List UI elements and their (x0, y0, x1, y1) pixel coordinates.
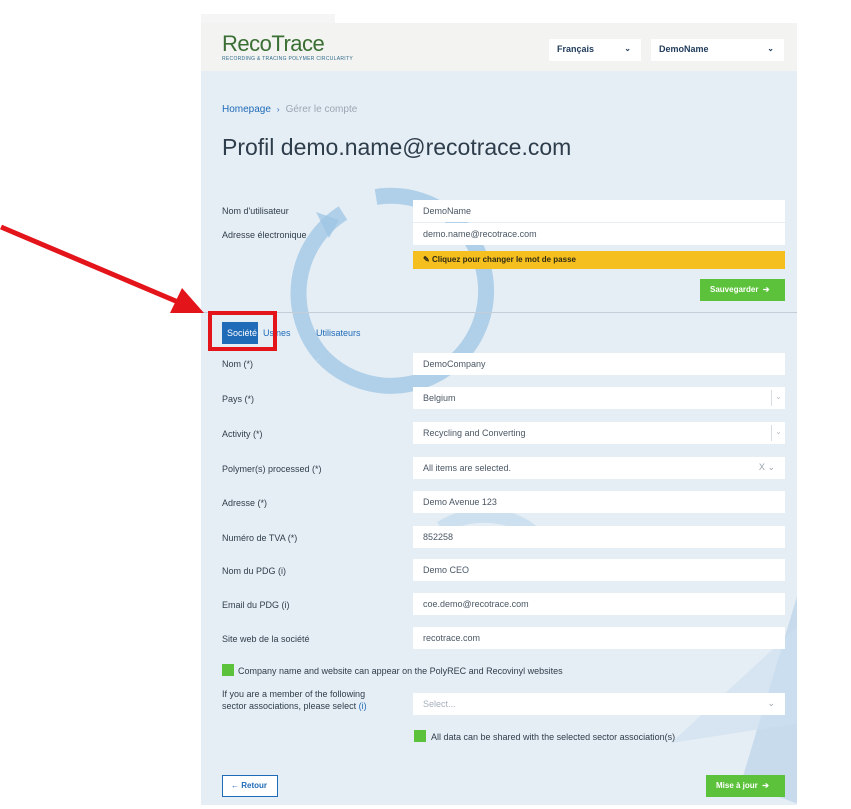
activity-value: Recycling and Converting (423, 428, 526, 438)
share-data-checkbox-label: All data can be shared with the selected… (431, 732, 676, 742)
change-password-label: Cliquez pour changer le mot de passe (431, 255, 576, 264)
breadcrumb: Homepage › Gérer le compte (222, 104, 357, 115)
arrow-left-icon: ← (231, 781, 242, 790)
logo-text: RecoTrace (222, 31, 325, 56)
pencil-icon: ✎ (423, 255, 432, 264)
ceo-email-input[interactable]: coe.demo@recotrace.com (413, 593, 785, 615)
chevron-right-icon: › (276, 105, 280, 114)
language-select[interactable]: Français ⌄ (549, 39, 641, 61)
email-label: Adresse électronique (222, 230, 307, 240)
user-menu-select[interactable]: DemoName ⌄ (651, 39, 784, 61)
country-value: Belgium (423, 393, 456, 403)
associations-select[interactable]: Select... ⌄ (413, 693, 785, 715)
address-input[interactable]: Demo Avenue 123 (413, 491, 785, 513)
ceo-name-input[interactable]: Demo CEO (413, 559, 785, 581)
user-name: DemoName (659, 44, 709, 54)
chevron-down-icon: ⌄ (624, 44, 631, 53)
publish-checkbox-label: Company name and website can appear on t… (238, 666, 563, 676)
company-name-label: Nom (*) (222, 359, 253, 369)
activity-label: Activity (*) (222, 429, 263, 439)
associations-label-text: sector associations, please select (222, 701, 357, 711)
app-window: RecoTrace RECORDING & TRACING POLYMER CI… (201, 23, 797, 805)
share-data-checkbox[interactable] (414, 730, 426, 742)
polymers-multiselect[interactable]: All items are selected. X ⌄ (413, 457, 785, 479)
chevron-down-icon: ⌄ (767, 698, 775, 708)
update-label: Mise à jour (716, 781, 758, 790)
page-title: Profil demo.name@recotrace.com (222, 134, 572, 160)
save-label: Sauvegarder (710, 285, 759, 294)
section-divider (201, 312, 797, 313)
arrow-right-icon: ➔ (757, 781, 769, 790)
website-label: Site web de la société (222, 634, 310, 644)
language-value: Français (557, 44, 595, 54)
breadcrumb-current: Gérer le compte (285, 104, 358, 115)
vat-input[interactable]: 852258 (413, 526, 785, 548)
save-button[interactable]: Sauvegarder ➔ (700, 279, 785, 301)
username-label: Nom d'utilisateur (222, 206, 289, 216)
update-button[interactable]: Mise à jour ➔ (706, 775, 785, 797)
ceo-name-label: Nom du PDG (i) (222, 566, 287, 576)
annotation-highlight-box (208, 311, 277, 351)
chevron-down-icon: ⌄ (771, 390, 785, 406)
company-name-input[interactable]: DemoCompany (413, 353, 785, 375)
polymers-controls: X ⌄ (759, 462, 775, 473)
vat-label: Numéro de TVA (*) (222, 533, 298, 543)
associations-placeholder: Select... (423, 699, 456, 709)
logo-tagline: RECORDING & TRACING POLYMER CIRCULARITY (222, 56, 353, 62)
clear-icon[interactable]: X (759, 462, 765, 472)
breadcrumb-home-link[interactable]: Homepage (222, 104, 271, 115)
chevron-down-icon[interactable]: ⌄ (767, 462, 775, 472)
polymers-label: Polymer(s) processed (*) (222, 464, 322, 474)
top-header: RecoTrace RECORDING & TRACING POLYMER CI… (201, 23, 797, 71)
polymers-value: All items are selected. (423, 463, 512, 473)
chevron-down-icon: ⌄ (771, 425, 785, 441)
associations-label-line2: sector associations, please select (i) (222, 701, 367, 711)
country-label: Pays (*) (222, 394, 255, 404)
ceo-email-label: Email du PDG (i) (222, 600, 290, 610)
back-label: Retour (241, 781, 268, 790)
associations-label-line1: If you are a member of the following (222, 689, 366, 699)
email-input[interactable]: demo.name@recotrace.com (413, 223, 785, 245)
tab-utilisateurs[interactable]: Utilisateurs (312, 322, 365, 344)
username-input[interactable]: DemoName (413, 200, 785, 222)
arrow-right-icon: ➔ (758, 285, 770, 294)
publish-checkbox[interactable] (222, 664, 234, 676)
info-icon[interactable]: (i) (359, 701, 367, 711)
activity-select[interactable]: Recycling and Converting ⌄ (413, 422, 785, 444)
website-input[interactable]: recotrace.com (413, 627, 785, 649)
change-password-button[interactable]: ✎ Cliquez pour changer le mot de passe (413, 251, 785, 269)
back-button[interactable]: ← Retour (222, 775, 278, 797)
recotrace-logo[interactable]: RecoTrace RECORDING & TRACING POLYMER CI… (222, 31, 353, 63)
country-select[interactable]: Belgium ⌄ (413, 387, 785, 409)
chevron-down-icon: ⌄ (767, 44, 774, 53)
address-label: Adresse (*) (222, 498, 268, 508)
